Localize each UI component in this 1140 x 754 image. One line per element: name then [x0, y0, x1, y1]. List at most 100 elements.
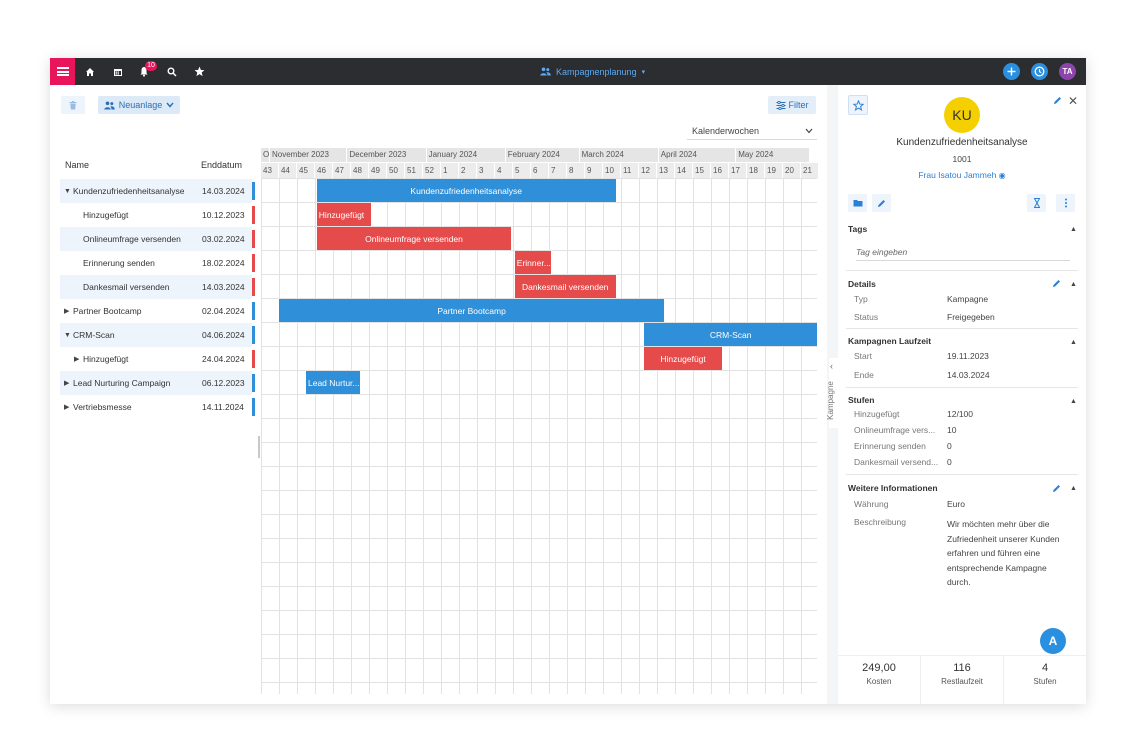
stat-label: Restlaufzeit: [941, 677, 983, 686]
users-icon: [104, 101, 115, 109]
folder-button[interactable]: [848, 194, 867, 212]
collapse-icon[interactable]: ▲: [1070, 281, 1077, 288]
scrollbar[interactable]: [258, 436, 260, 458]
users-icon: [540, 67, 551, 76]
collapse-icon[interactable]: ▲: [1070, 339, 1077, 346]
tag-input[interactable]: Tag eingeben: [856, 243, 1070, 261]
more-options-button[interactable]: [1056, 194, 1075, 212]
description-label: Beschreibung: [854, 517, 906, 527]
list-item-enddate: 14.11.2024: [202, 402, 244, 412]
home-icon[interactable]: [80, 58, 100, 85]
description-text: Wir möchten mehr über die Zufriedenheit …: [947, 519, 1060, 587]
week-label: 21: [801, 163, 819, 178]
stat-label: Stufen: [1033, 677, 1057, 686]
list-item-enddate: 14.03.2024: [202, 186, 245, 196]
month-label: April 2024: [658, 148, 737, 162]
page-title[interactable]: Kampagnenplanung ▾: [540, 58, 645, 85]
gantt-grid[interactable]: Kundenzufriedenheitsanalyse Hinzugefügt On…: [261, 178, 817, 694]
gantt-bar[interactable]: Hinzugefügt: [644, 347, 722, 370]
list-item-enddate: 04.06.2024: [202, 330, 245, 340]
delete-button[interactable]: [61, 96, 85, 114]
favorite-button[interactable]: [848, 95, 868, 115]
caret-right-icon[interactable]: ▶: [74, 355, 83, 363]
row-color-indicator: [252, 350, 255, 368]
filter-button[interactable]: Filter: [768, 96, 816, 114]
list-item-name: CRM-Scan: [73, 330, 115, 340]
list-item[interactable]: ▶ Vertriebsmesse 14.11.2024: [60, 395, 252, 419]
more-info-section-title: Weitere Informationen: [848, 483, 938, 493]
new-entry-label: Neuanlage: [118, 100, 163, 110]
calendar-icon[interactable]: [108, 58, 128, 85]
star-icon[interactable]: [189, 58, 209, 85]
list-item-enddate: 14.03.2024: [202, 282, 245, 292]
collapse-icon[interactable]: ▲: [1070, 398, 1077, 405]
stat-stages: 4 Stufen: [1004, 656, 1086, 704]
caret-down-icon[interactable]: ▼: [64, 188, 73, 195]
edit-icon[interactable]: [1052, 279, 1061, 290]
list-item-name: Hinzugefügt: [83, 354, 129, 364]
list-item-name: Partner Bootcamp: [73, 306, 142, 316]
list-item-enddate: 10.12.2023: [202, 210, 245, 220]
list-item-name: Onlineumfrage versenden: [83, 234, 181, 244]
campaign-owner: Frau Isatou Jammeh: [918, 170, 997, 180]
caret-right-icon[interactable]: ▶: [64, 403, 73, 411]
assistant-button[interactable]: A: [1040, 628, 1066, 654]
row-color-indicator: [252, 230, 255, 248]
gantt-bar[interactable]: Lead Nurtur...: [306, 371, 360, 394]
history-button[interactable]: [1031, 63, 1048, 80]
chevron-down-icon: [805, 128, 813, 133]
list-item[interactable]: ▶ Partner Bootcamp 02.04.2024: [60, 299, 252, 323]
edit-icon[interactable]: [1053, 96, 1062, 107]
plus-icon: [1007, 67, 1016, 76]
gantt-bar[interactable]: Partner Bootcamp: [279, 299, 665, 322]
user-avatar[interactable]: TA: [1059, 63, 1076, 80]
trash-icon: [69, 100, 77, 109]
menu-icon[interactable]: [50, 58, 75, 85]
currency-value: Euro: [947, 499, 965, 509]
bell-icon[interactable]: 10: [134, 58, 157, 85]
list-item[interactable]: Dankesmail versenden 14.03.2024: [60, 275, 252, 299]
list-item-name: Dankesmail versenden: [83, 282, 170, 292]
filter-icon: [776, 100, 785, 110]
edit-button[interactable]: [872, 194, 891, 212]
list-item[interactable]: Onlineumfrage versenden 03.02.2024: [60, 227, 252, 251]
list-item[interactable]: Erinnerung senden 18.02.2024: [60, 251, 252, 275]
campaign-owner-link[interactable]: Frau Isatou Jammeh ◉: [838, 170, 1086, 180]
gantt-bar[interactable]: CRM-Scan: [644, 323, 817, 346]
list-item[interactable]: ▶ Hinzugefügt 24.04.2024: [60, 347, 252, 371]
gantt-bar[interactable]: Hinzugefügt: [316, 203, 371, 226]
list-item[interactable]: Hinzugefügt 10.12.2023: [60, 203, 252, 227]
gantt-bar[interactable]: Dankesmail versenden: [514, 275, 616, 298]
week-label: 3: [477, 163, 495, 178]
caret-right-icon[interactable]: ▶: [64, 307, 73, 315]
runtime-end-value: 14.03.2024: [947, 370, 990, 380]
runtime-section-title: Kampagnen Laufzeit: [848, 336, 932, 346]
collapse-icon[interactable]: ▲: [1070, 485, 1077, 492]
eye-icon: ◉: [998, 171, 1006, 180]
view-mode-select[interactable]: Kalenderwochen: [687, 122, 817, 140]
add-button[interactable]: [1003, 63, 1020, 80]
gantt-bar[interactable]: Kundenzufriedenheitsanalyse: [316, 179, 616, 202]
month-label: January 2024: [426, 148, 506, 162]
week-label: 46: [315, 163, 333, 178]
caret-right-icon[interactable]: ▶: [64, 379, 73, 387]
caret-down-icon[interactable]: ▼: [64, 332, 73, 339]
list-item[interactable]: ▶ Lead Nurturing Campaign 06.12.2023: [60, 371, 252, 395]
edit-icon[interactable]: [1052, 484, 1061, 495]
search-icon[interactable]: [162, 58, 182, 85]
gantt-bar[interactable]: Onlineumfrage versenden: [316, 227, 512, 250]
stage-label: Onlineumfrage vers...: [854, 425, 936, 435]
gantt-bar[interactable]: Erinner...: [514, 251, 551, 274]
list-item[interactable]: ▼ Kundenzufriedenheitsanalyse 14.03.2024: [60, 179, 252, 203]
week-label: 48: [351, 163, 369, 178]
week-label: 8: [567, 163, 585, 178]
hourglass-button[interactable]: [1027, 194, 1046, 212]
new-entry-button[interactable]: Neuanlage: [98, 96, 180, 114]
column-header-enddate[interactable]: Enddatum: [201, 160, 242, 170]
week-label: 10: [603, 163, 621, 178]
week-label: 1: [441, 163, 459, 178]
collapse-icon[interactable]: ▲: [1070, 226, 1077, 233]
column-header-name[interactable]: Name: [65, 160, 89, 170]
close-icon[interactable]: ✕: [1068, 94, 1078, 108]
list-item[interactable]: ▼ CRM-Scan 04.06.2024: [60, 323, 252, 347]
